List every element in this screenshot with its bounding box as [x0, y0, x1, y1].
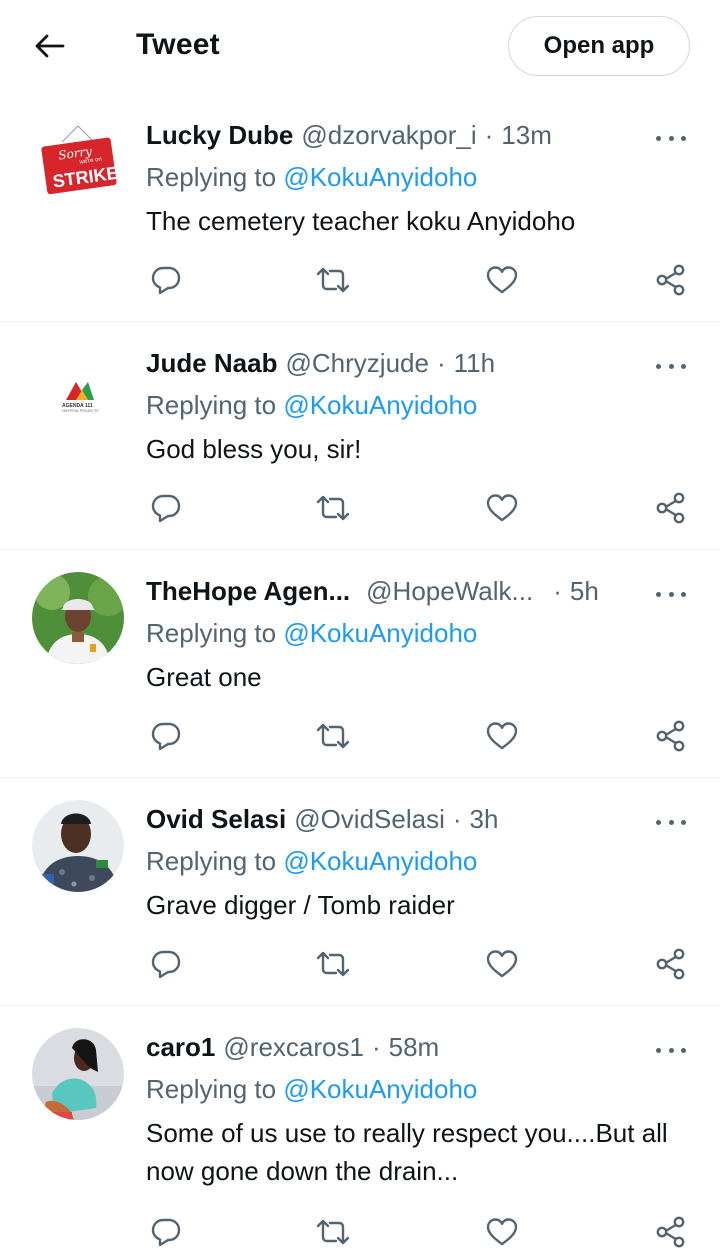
tweet-text: The cemetery teacher koku Anyidoho — [146, 206, 576, 236]
reply-icon[interactable] — [146, 716, 186, 756]
mention-link[interactable]: @KokuAnyidoho — [283, 618, 477, 648]
like-heart-icon[interactable] — [482, 1212, 522, 1252]
mention-link[interactable]: @KokuAnyidoho — [283, 390, 477, 420]
replying-to-label: Replying to — [146, 1074, 277, 1104]
separator-dot: · — [484, 120, 494, 150]
author-name[interactable]: Jude Naab — [146, 348, 278, 379]
timestamp[interactable]: 3h — [470, 804, 499, 835]
more-options-icon[interactable] — [656, 130, 686, 146]
author-handle[interactable]: @dzorvakpor_i — [301, 120, 476, 151]
replying-to-label: Replying to — [146, 846, 277, 876]
timestamp[interactable]: 11h — [454, 348, 495, 379]
share-icon[interactable] — [651, 488, 691, 528]
retweet-icon[interactable] — [313, 944, 353, 984]
replying-to: Replying to @KokuAnyidoho — [146, 846, 477, 877]
avatar[interactable] — [32, 572, 124, 664]
replying-to-label: Replying to — [146, 618, 277, 648]
separator-dot: · — [452, 804, 462, 834]
tweet-header: Lucky Dube @dzorvakpor_i · 13m — [146, 120, 630, 154]
replying-to-label: Replying to — [146, 162, 277, 192]
timestamp[interactable]: 5h — [570, 576, 599, 607]
author-handle[interactable]: @HopeWalk... — [366, 576, 533, 607]
tweet[interactable]: AGENDA 111 HOSPITAL PROJECTS Jude Naab @… — [0, 322, 720, 550]
share-icon[interactable] — [651, 260, 691, 300]
tweet-actions — [146, 944, 706, 984]
tweet[interactable]: Ovid Selasi @OvidSelasi · 3h Replying to… — [0, 778, 720, 1006]
retweet-icon[interactable] — [313, 260, 353, 300]
back-arrow-icon[interactable] — [30, 26, 70, 66]
replying-to: Replying to @KokuAnyidoho — [146, 390, 477, 421]
author-handle[interactable]: @OvidSelasi — [294, 804, 445, 835]
avatar[interactable] — [32, 1028, 124, 1120]
reply-icon[interactable] — [146, 488, 186, 528]
avatar[interactable]: Sorry we're on STRIKE — [32, 116, 124, 208]
tweet-actions — [146, 1212, 706, 1252]
like-heart-icon[interactable] — [482, 260, 522, 300]
author-name[interactable]: Ovid Selasi — [146, 804, 286, 835]
more-options-icon[interactable] — [656, 814, 686, 830]
tweet-actions — [146, 716, 706, 756]
retweet-icon[interactable] — [313, 1212, 353, 1252]
tweet-text: Great one — [146, 662, 262, 692]
author-handle[interactable]: @Chryzjude — [286, 348, 429, 379]
author-name[interactable]: Lucky Dube — [146, 120, 293, 151]
tweet-actions — [146, 260, 706, 300]
tweet-header: caro1 @rexcaros1 · 58m — [146, 1032, 630, 1066]
replying-to-label: Replying to — [146, 390, 277, 420]
tweet-header: TheHope Agen... @HopeWalk... · 5h — [146, 576, 630, 610]
page-title: Tweet — [136, 28, 220, 61]
reply-icon[interactable] — [146, 944, 186, 984]
top-bar: Tweet Open app — [0, 0, 720, 94]
share-icon[interactable] — [651, 944, 691, 984]
mention-link[interactable]: @KokuAnyidoho — [283, 1074, 477, 1104]
tweet[interactable]: caro1 @rexcaros1 · 58m Replying to @Koku… — [0, 1006, 720, 1260]
reply-icon[interactable] — [146, 260, 186, 300]
separator-dot: · — [553, 576, 562, 606]
replying-to: Replying to @KokuAnyidoho — [146, 1074, 477, 1105]
mention-link[interactable]: @KokuAnyidoho — [283, 162, 477, 192]
retweet-icon[interactable] — [313, 716, 353, 756]
replying-to: Replying to @KokuAnyidoho — [146, 618, 477, 649]
avatar[interactable] — [32, 800, 124, 892]
timestamp[interactable]: 58m — [389, 1032, 440, 1063]
avatar[interactable]: AGENDA 111 HOSPITAL PROJECTS — [32, 344, 124, 436]
open-app-button[interactable]: Open app — [508, 16, 690, 76]
more-options-icon[interactable] — [656, 586, 686, 602]
separator-dot: · — [436, 348, 446, 378]
tweet-header: Jude Naab @Chryzjude · 11h — [146, 348, 630, 382]
tweet-text: Grave digger / Tomb raider — [146, 890, 455, 920]
author-name[interactable]: caro1 — [146, 1032, 215, 1063]
like-heart-icon[interactable] — [482, 716, 522, 756]
retweet-icon[interactable] — [313, 488, 353, 528]
more-options-icon[interactable] — [656, 1042, 686, 1058]
timestamp[interactable]: 13m — [501, 120, 552, 151]
replying-to: Replying to @KokuAnyidoho — [146, 162, 477, 193]
share-icon[interactable] — [651, 1212, 691, 1252]
like-heart-icon[interactable] — [482, 944, 522, 984]
like-heart-icon[interactable] — [482, 488, 522, 528]
separator-dot: · — [371, 1032, 381, 1062]
tweet[interactable]: TheHope Agen... @HopeWalk... · 5h Replyi… — [0, 550, 720, 778]
tweet-text: God bless you, sir! — [146, 434, 362, 464]
replies-feed: Sorry we're on STRIKE Lucky Dube @dzorva… — [0, 94, 720, 1260]
share-icon[interactable] — [651, 716, 691, 756]
reply-icon[interactable] — [146, 1212, 186, 1252]
author-handle[interactable]: @rexcaros1 — [223, 1032, 364, 1063]
tweet[interactable]: Sorry we're on STRIKE Lucky Dube @dzorva… — [0, 94, 720, 322]
avatar-logo-line2: HOSPITAL PROJECTS — [62, 409, 99, 413]
tweet-actions — [146, 488, 706, 528]
mention-link[interactable]: @KokuAnyidoho — [283, 846, 477, 876]
tweet-text: Some of us use to really respect you....… — [146, 1118, 668, 1186]
more-options-icon[interactable] — [656, 358, 686, 374]
author-name[interactable]: TheHope Agen... — [146, 576, 350, 607]
tweet-header: Ovid Selasi @OvidSelasi · 3h — [146, 804, 630, 838]
